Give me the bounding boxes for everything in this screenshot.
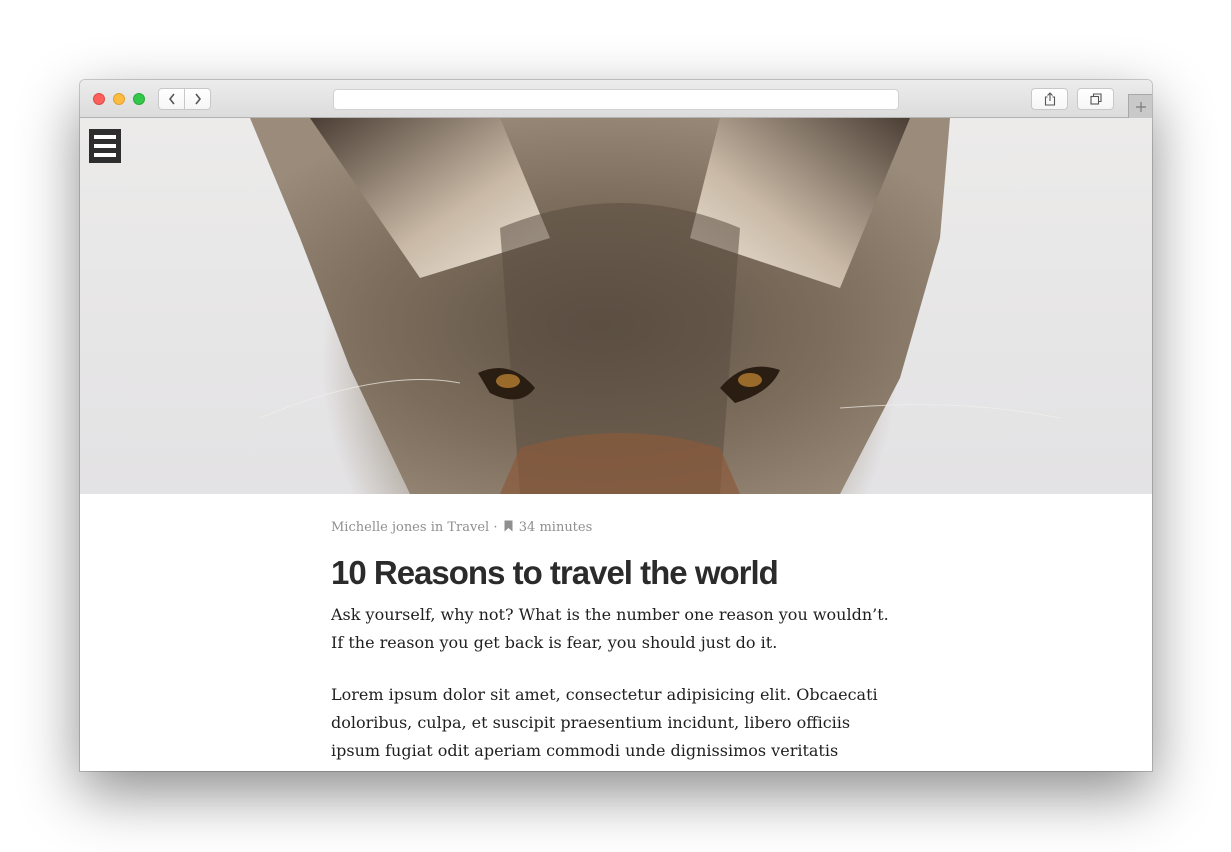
new-tab-button[interactable] xyxy=(1128,94,1152,118)
back-button[interactable] xyxy=(158,88,185,110)
address-bar[interactable] xyxy=(333,89,899,110)
article-intro-paragraph: Ask yourself, why not? What is the numbe… xyxy=(331,605,889,652)
plus-icon xyxy=(1135,101,1146,112)
article-title: 10 Reasons to travel the world xyxy=(331,554,779,591)
hamburger-menu-icon xyxy=(94,135,116,139)
minimize-window-button[interactable] xyxy=(113,93,125,105)
article-body-paragraph: Lorem ipsum dolor sit amet, consectetur … xyxy=(331,685,878,771)
page-content: Michelle jones in Travel · 34 minutes 10… xyxy=(80,118,1152,771)
tabs-overview-button[interactable] xyxy=(1077,88,1114,110)
meta-in-word: in xyxy=(430,520,444,535)
share-button[interactable] xyxy=(1031,88,1068,110)
hamburger-menu-icon-bar xyxy=(94,144,116,148)
close-window-button[interactable] xyxy=(93,93,105,105)
chevron-right-icon xyxy=(194,93,201,105)
category-link[interactable]: Travel xyxy=(447,520,489,535)
reading-time: 34 minutes xyxy=(518,520,593,535)
hamburger-menu-button[interactable] xyxy=(89,129,121,163)
chevron-left-icon xyxy=(168,93,175,105)
browser-toolbar xyxy=(80,80,1152,118)
author-link[interactable]: Michelle jones xyxy=(331,520,427,535)
forward-button[interactable] xyxy=(184,88,211,110)
share-icon xyxy=(1044,92,1055,106)
article-meta: Michelle jones in Travel · 34 minutes xyxy=(331,520,891,535)
article: Michelle jones in Travel · 34 minutes 10… xyxy=(331,520,891,771)
tabs-overview-icon xyxy=(1089,93,1102,105)
browser-window: Michelle jones in Travel · 34 minutes 10… xyxy=(80,80,1152,771)
hamburger-menu-icon-bar xyxy=(94,153,116,157)
hero-image xyxy=(80,118,1152,494)
coyote-photo-illustration xyxy=(250,118,1061,494)
maximize-window-button[interactable] xyxy=(133,93,145,105)
bookmark-icon xyxy=(504,520,513,532)
meta-separator: · xyxy=(493,520,498,535)
